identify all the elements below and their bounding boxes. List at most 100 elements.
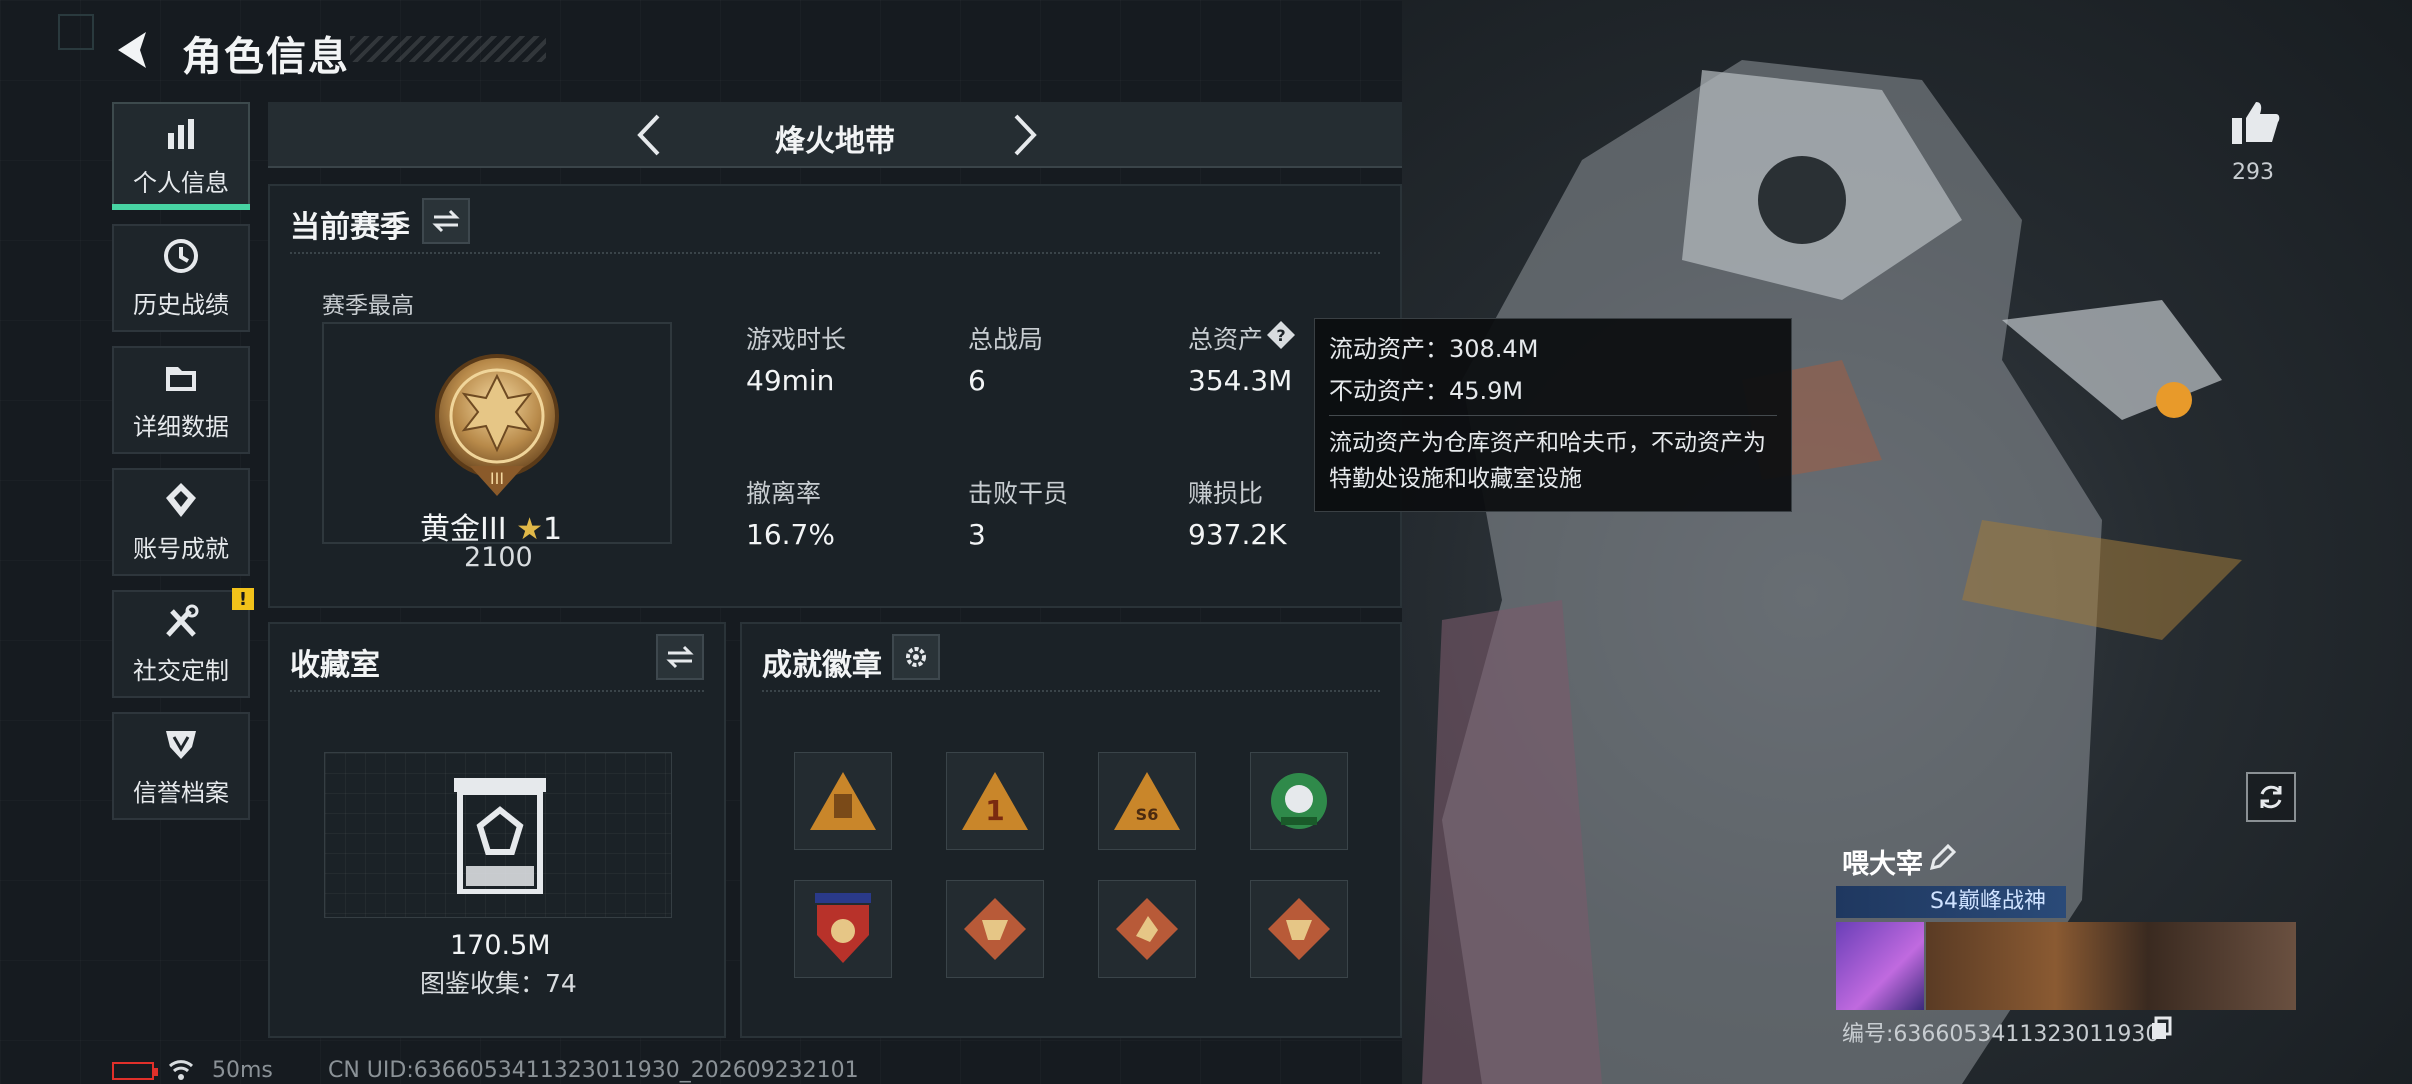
collection-catalog: 图鉴收集：74	[420, 969, 577, 998]
stat-value-profit-loss: 937.2K	[1188, 518, 1287, 551]
nav-label: 社交定制	[133, 656, 229, 685]
divider	[762, 690, 1380, 692]
ping-value: 50ms	[212, 1058, 273, 1083]
uid-text: CN UID:6366053411323011930_202609232101	[328, 1058, 859, 1083]
tooltip-description: 流动资产为仓库资产和哈夫币，不动资产为特勤处设施和收藏室设施	[1329, 430, 1766, 492]
badges-settings-button[interactable]	[892, 634, 940, 680]
rotate-model-button[interactable]	[2246, 772, 2296, 822]
svg-text:S6: S6	[1136, 805, 1159, 824]
rotate-icon	[2260, 785, 2282, 809]
battery-icon	[112, 1062, 158, 1080]
divider	[290, 252, 1380, 254]
player-id: 编号:6366053411323011930	[1842, 1022, 2160, 1047]
stat-label-profit-loss: 赚损比	[1188, 479, 1264, 508]
badges-title: 成就徽章	[762, 648, 882, 683]
collection-value: 170.5M	[450, 930, 551, 961]
avatar[interactable]	[1836, 922, 1924, 1010]
svg-text:?: ?	[1276, 326, 1285, 345]
corner-decoration	[58, 14, 94, 50]
swap-icon	[432, 209, 460, 233]
shield-icon	[166, 730, 196, 759]
edit-icon[interactable]	[1928, 844, 1956, 872]
collection-cabinet-icon	[454, 778, 546, 894]
stat-label-extraction-rate: 撤离率	[746, 479, 822, 508]
achievement-badge[interactable]: 1	[946, 752, 1044, 850]
badge-icon	[964, 898, 1026, 960]
tooltip-liquid-assets: 流动资产：308.4M	[1329, 335, 1539, 363]
tooltip-divider	[1329, 415, 1777, 416]
player-profile-card: 喂大宰 S4巅峰战神	[1836, 842, 2296, 1012]
asset-tooltip: 流动资产：308.4M 不动资产：45.9M 流动资产为仓库资产和哈夫币，不动资…	[1314, 318, 1792, 512]
swap-icon	[666, 645, 694, 669]
badge-icon: S6	[1114, 772, 1180, 830]
notification-badge: !	[232, 588, 254, 610]
badge-icon	[1116, 898, 1178, 960]
help-icon[interactable]: ?	[1266, 320, 1296, 350]
player-title-badge: S4巅峰战神	[1836, 886, 2066, 918]
stat-label-operators-defeated: 击败干员	[968, 479, 1069, 508]
bar-chart-icon	[168, 118, 194, 149]
side-nav: 个人信息 历史战绩 详细数据 账号成就 社交定制 ! 信誉档案	[112, 102, 254, 834]
stat-value-total-assets: 354.3M	[1188, 364, 1293, 397]
nav-label: 历史战绩	[133, 290, 229, 319]
svg-text:III: III	[490, 469, 504, 488]
nav-label: 信誉档案	[133, 778, 229, 807]
mode-label: 烽火地带	[775, 124, 895, 159]
nav-item-reputation[interactable]: 信誉档案	[112, 712, 250, 820]
achievement-badge[interactable]	[1098, 880, 1196, 978]
divider	[290, 690, 704, 692]
nav-item-personal-info[interactable]: 个人信息	[112, 102, 250, 210]
nav-label: 账号成就	[133, 534, 229, 563]
stat-value-operators-defeated: 3	[968, 518, 986, 551]
like-count: 293	[2232, 160, 2274, 185]
tooltip-fixed-assets: 不动资产：45.9M	[1329, 377, 1524, 405]
nav-label: 个人信息	[133, 168, 229, 197]
achievement-badge[interactable]	[1250, 880, 1348, 978]
achievement-badge[interactable]: S6	[1098, 752, 1196, 850]
season-switch-button[interactable]	[422, 198, 470, 244]
collection-title: 收藏室	[290, 648, 380, 683]
title-decoration	[350, 36, 546, 62]
back-arrow-icon[interactable]	[112, 28, 156, 72]
badge-icon	[810, 772, 876, 830]
nav-item-social-custom[interactable]: 社交定制 !	[112, 588, 254, 698]
stat-label-play-time: 游戏时长	[746, 325, 847, 354]
achievement-badge[interactable]	[794, 752, 892, 850]
gold-rank-emblem-icon: III	[435, 354, 559, 496]
nav-label: 详细数据	[133, 412, 229, 441]
collection-switch-button[interactable]	[656, 634, 704, 680]
chevron-right-icon[interactable]	[1004, 112, 1044, 158]
stat-label-total-matches: 总战局	[968, 325, 1044, 354]
clock-icon	[164, 238, 198, 273]
stat-value-play-time: 49min	[746, 364, 835, 397]
copy-icon[interactable]	[2150, 1016, 2172, 1040]
nav-item-detailed-data[interactable]: 详细数据	[112, 346, 250, 454]
achievement-badge[interactable]	[946, 880, 1044, 978]
svg-text:1: 1	[985, 794, 1004, 827]
status-bar: 50ms CN UID:6366053411323011930_20260923…	[112, 1058, 1312, 1084]
folder-icon	[166, 366, 196, 391]
badge-icon: 1	[962, 772, 1028, 830]
nav-item-achievements[interactable]: 账号成就	[112, 468, 250, 576]
thumbs-up-icon[interactable]	[2230, 100, 2280, 146]
profile-banner	[1926, 922, 2296, 1010]
mode-selector: 烽火地带	[268, 102, 1402, 168]
stat-value-extraction-rate: 16.7%	[746, 518, 835, 551]
stat-label-total-assets: 总资产	[1188, 325, 1264, 354]
badge-icon	[1268, 898, 1330, 960]
page-title: 角色信息	[182, 34, 350, 80]
season-highest-label: 赛季最高	[322, 293, 414, 319]
achievement-badge[interactable]	[794, 880, 892, 978]
rank-score: 2100	[464, 542, 533, 573]
stat-value-total-matches: 6	[968, 364, 986, 397]
nav-item-history[interactable]: 历史战绩	[112, 224, 250, 332]
season-title: 当前赛季	[290, 210, 410, 245]
badge-icon	[815, 893, 871, 963]
badge-icon	[1271, 773, 1327, 829]
achievement-icon	[166, 482, 196, 517]
achievement-badge[interactable]	[1250, 752, 1348, 850]
gear-icon	[906, 647, 926, 667]
player-name: 喂大宰	[1842, 849, 1923, 880]
wifi-icon	[168, 1060, 194, 1080]
tools-icon	[166, 604, 199, 637]
